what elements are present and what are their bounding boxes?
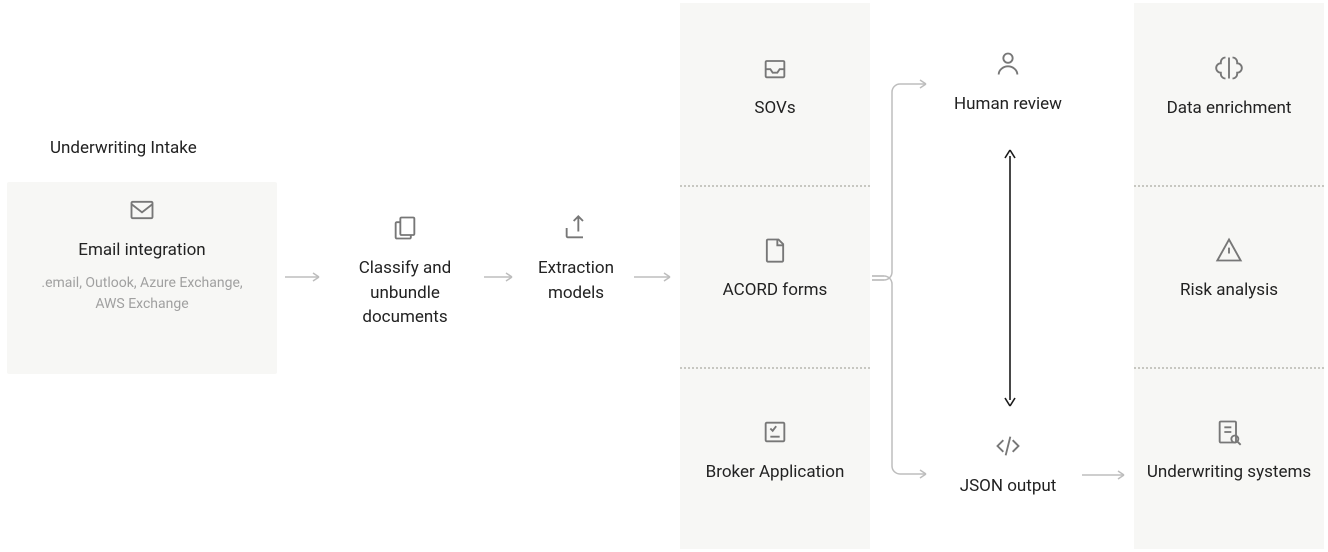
- underwriting-systems-label: Underwriting systems: [1147, 460, 1311, 485]
- json-output-label: JSON output: [960, 474, 1057, 499]
- double-arrow-vertical-icon: [1005, 150, 1015, 406]
- code-icon: [994, 432, 1022, 460]
- branch-arrow-up-icon: [872, 80, 934, 290]
- json-output-node: JSON output: [938, 432, 1078, 499]
- human-review-label: Human review: [954, 92, 1062, 117]
- sovs-label: SOVs: [754, 96, 795, 121]
- column-divider: [680, 185, 870, 187]
- email-integration-node: Email integration .email, Outlook, Azure…: [7, 196, 277, 315]
- broker-label: Broker Application: [706, 460, 845, 485]
- underwriting-systems-node: Underwriting systems: [1134, 418, 1324, 485]
- classify-label: Classify and unbundle documents: [330, 256, 480, 330]
- share-icon: [562, 214, 590, 242]
- column-divider: [1134, 185, 1324, 187]
- email-integration-sublabel: .email, Outlook, Azure Exchange, AWS Exc…: [32, 273, 252, 315]
- acord-label: ACORD forms: [723, 278, 828, 303]
- risk-analysis-label: Risk analysis: [1180, 278, 1278, 303]
- form-icon: [761, 418, 789, 446]
- file-icon: [761, 236, 789, 264]
- classify-node: Classify and unbundle documents: [330, 214, 480, 330]
- brain-icon: [1215, 54, 1243, 82]
- broker-node: Broker Application: [680, 418, 870, 485]
- person-icon: [994, 50, 1022, 78]
- alert-triangle-icon: [1215, 236, 1243, 264]
- arrow-icon: [1082, 474, 1132, 476]
- mail-icon: [128, 196, 156, 224]
- inbox-icon: [761, 54, 789, 82]
- arrow-icon: [634, 276, 678, 278]
- sovs-node: SOVs: [680, 54, 870, 121]
- file-search-icon: [1215, 418, 1243, 446]
- extraction-node: Extraction models: [516, 214, 636, 305]
- copy-icon: [391, 214, 419, 242]
- column-divider: [1134, 367, 1324, 369]
- risk-analysis-node: Risk analysis: [1134, 236, 1324, 303]
- acord-node: ACORD forms: [680, 236, 870, 303]
- human-review-node: Human review: [938, 50, 1078, 117]
- data-enrichment-node: Data enrichment: [1134, 54, 1324, 121]
- arrow-icon: [285, 276, 325, 278]
- extraction-label: Extraction models: [516, 256, 636, 305]
- section-title: Underwriting Intake: [50, 138, 197, 158]
- data-enrichment-label: Data enrichment: [1167, 96, 1292, 121]
- column-divider: [680, 367, 870, 369]
- branch-arrow-down-icon: [872, 276, 934, 486]
- email-integration-label: Email integration: [78, 238, 205, 263]
